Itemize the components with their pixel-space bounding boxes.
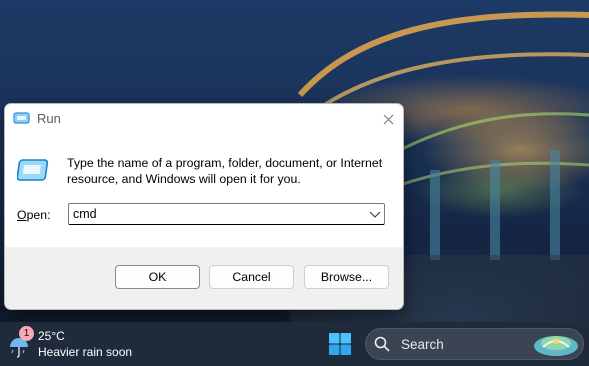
cancel-button[interactable]: Cancel xyxy=(209,265,294,289)
close-button[interactable] xyxy=(373,104,403,134)
open-label: Open: xyxy=(17,208,51,222)
search-icon xyxy=(374,336,390,352)
dialog-content xyxy=(5,134,403,247)
run-dialog: Run Type the name of a program, folder, … xyxy=(4,103,404,310)
open-input[interactable] xyxy=(73,206,353,222)
open-label-accelerator: O xyxy=(17,208,27,222)
weather-forecast[interactable]: Heavier rain soon xyxy=(38,345,132,359)
windows-start-icon[interactable] xyxy=(328,332,352,356)
close-icon xyxy=(383,114,393,124)
dialog-title: Run xyxy=(37,111,61,126)
notification-badge: 1 xyxy=(19,326,34,341)
browse-button[interactable]: Browse... xyxy=(304,265,389,289)
weather-temperature[interactable]: 25°C xyxy=(38,329,65,343)
run-app-icon xyxy=(13,112,30,124)
dialog-description: Type the name of a program, folder, docu… xyxy=(67,156,383,186)
ok-button[interactable]: OK xyxy=(115,265,200,289)
open-label-text: pen: xyxy=(26,208,51,222)
title-bar[interactable]: Run xyxy=(5,104,403,134)
chevron-down-icon[interactable] xyxy=(369,209,381,219)
search-label[interactable]: Search xyxy=(401,337,444,352)
run-icon xyxy=(17,159,49,181)
open-combobox[interactable] xyxy=(68,203,385,225)
search-highlight-image-icon[interactable] xyxy=(531,329,581,359)
